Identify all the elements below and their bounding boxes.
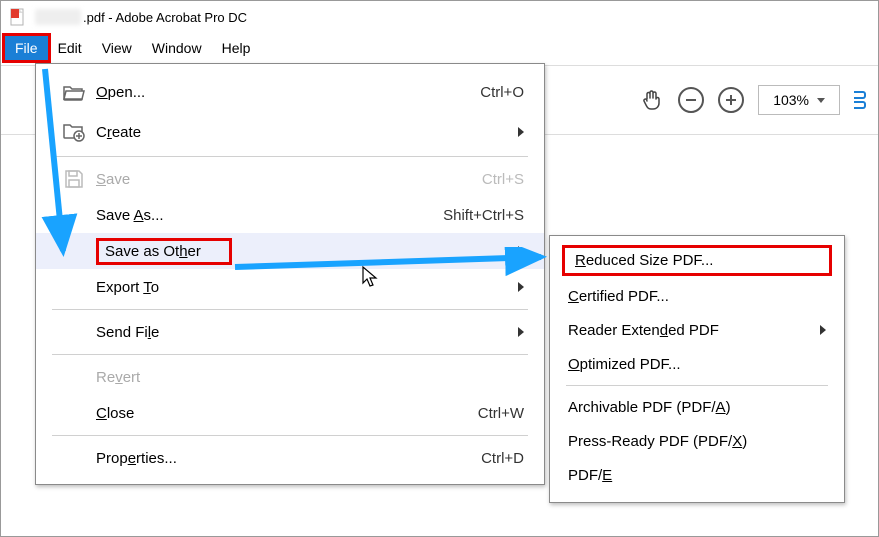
submenu-press-ready-pdf[interactable]: Press-Ready PDF (PDF/X) <box>550 424 844 458</box>
submenu-certified-pdf[interactable]: Certified PDF... <box>550 279 844 313</box>
file-menu-send-file[interactable]: Send File <box>36 314 544 350</box>
fit-icon[interactable] <box>854 91 866 109</box>
submenu-arrow-icon <box>518 246 524 256</box>
submenu-pdf-e[interactable]: PDF/E <box>550 458 844 492</box>
separator <box>52 309 528 310</box>
file-menu-save: Save Ctrl+S <box>36 161 544 197</box>
zoom-value: 103% <box>773 92 809 108</box>
window-title: .pdf - Adobe Acrobat Pro DC <box>83 10 247 25</box>
file-menu-properties[interactable]: Properties... Ctrl+D <box>36 440 544 476</box>
menubar-view[interactable]: View <box>92 36 142 60</box>
highlight-box: Reduced Size PDF... <box>562 245 832 276</box>
submenu-archivable-pdf[interactable]: Archivable PDF (PDF/A) <box>550 390 844 424</box>
save-disk-icon <box>52 168 96 190</box>
separator <box>52 156 528 157</box>
file-menu-save-as-other[interactable]: Save as Other <box>36 233 544 269</box>
pan-hand-icon[interactable] <box>640 88 664 112</box>
file-menu-save-as[interactable]: Save As... Shift+Ctrl+S <box>36 197 544 233</box>
title-bar: .pdf - Adobe Acrobat Pro DC <box>1 1 878 33</box>
file-menu-open[interactable]: Open... Ctrl+O <box>36 72 544 112</box>
file-menu-create[interactable]: Create <box>36 112 544 152</box>
submenu-arrow-icon <box>518 127 524 137</box>
separator <box>566 385 828 386</box>
menubar-file[interactable]: File <box>2 33 51 63</box>
submenu-arrow-icon <box>820 325 826 335</box>
separator <box>52 435 528 436</box>
file-menu: Open... Ctrl+O Create Save Ctrl+S Save A… <box>35 63 545 485</box>
folder-open-icon <box>52 82 96 102</box>
mouse-cursor-icon <box>361 265 379 289</box>
menubar-window[interactable]: Window <box>142 36 212 60</box>
zoom-out-button[interactable] <box>678 87 704 113</box>
file-menu-export-to[interactable]: Export To <box>36 269 544 305</box>
submenu-optimized-pdf[interactable]: Optimized PDF... <box>550 347 844 381</box>
menubar-help[interactable]: Help <box>212 36 261 60</box>
menubar: File Edit View Window Help <box>1 33 878 63</box>
toolbar-right-group: 103% <box>640 65 866 135</box>
menubar-edit[interactable]: Edit <box>48 36 92 60</box>
file-menu-revert: Revert <box>36 359 544 395</box>
submenu-reader-extended-pdf[interactable]: Reader Extended PDF <box>550 313 844 347</box>
zoom-level-select[interactable]: 103% <box>758 85 840 115</box>
chevron-down-icon <box>817 98 825 103</box>
folder-add-icon <box>52 121 96 143</box>
submenu-arrow-icon <box>518 327 524 337</box>
submenu-reduced-size-pdf[interactable]: Reduced Size PDF... <box>571 252 823 269</box>
zoom-in-button[interactable] <box>718 87 744 113</box>
submenu-arrow-icon <box>518 282 524 292</box>
filename-redacted <box>35 9 81 25</box>
pdf-file-icon <box>9 8 27 26</box>
separator <box>52 354 528 355</box>
shortcut: Ctrl+O <box>480 84 524 101</box>
file-menu-close[interactable]: Close Ctrl+W <box>36 395 544 431</box>
save-as-other-submenu: Reduced Size PDF... Certified PDF... Rea… <box>549 235 845 503</box>
